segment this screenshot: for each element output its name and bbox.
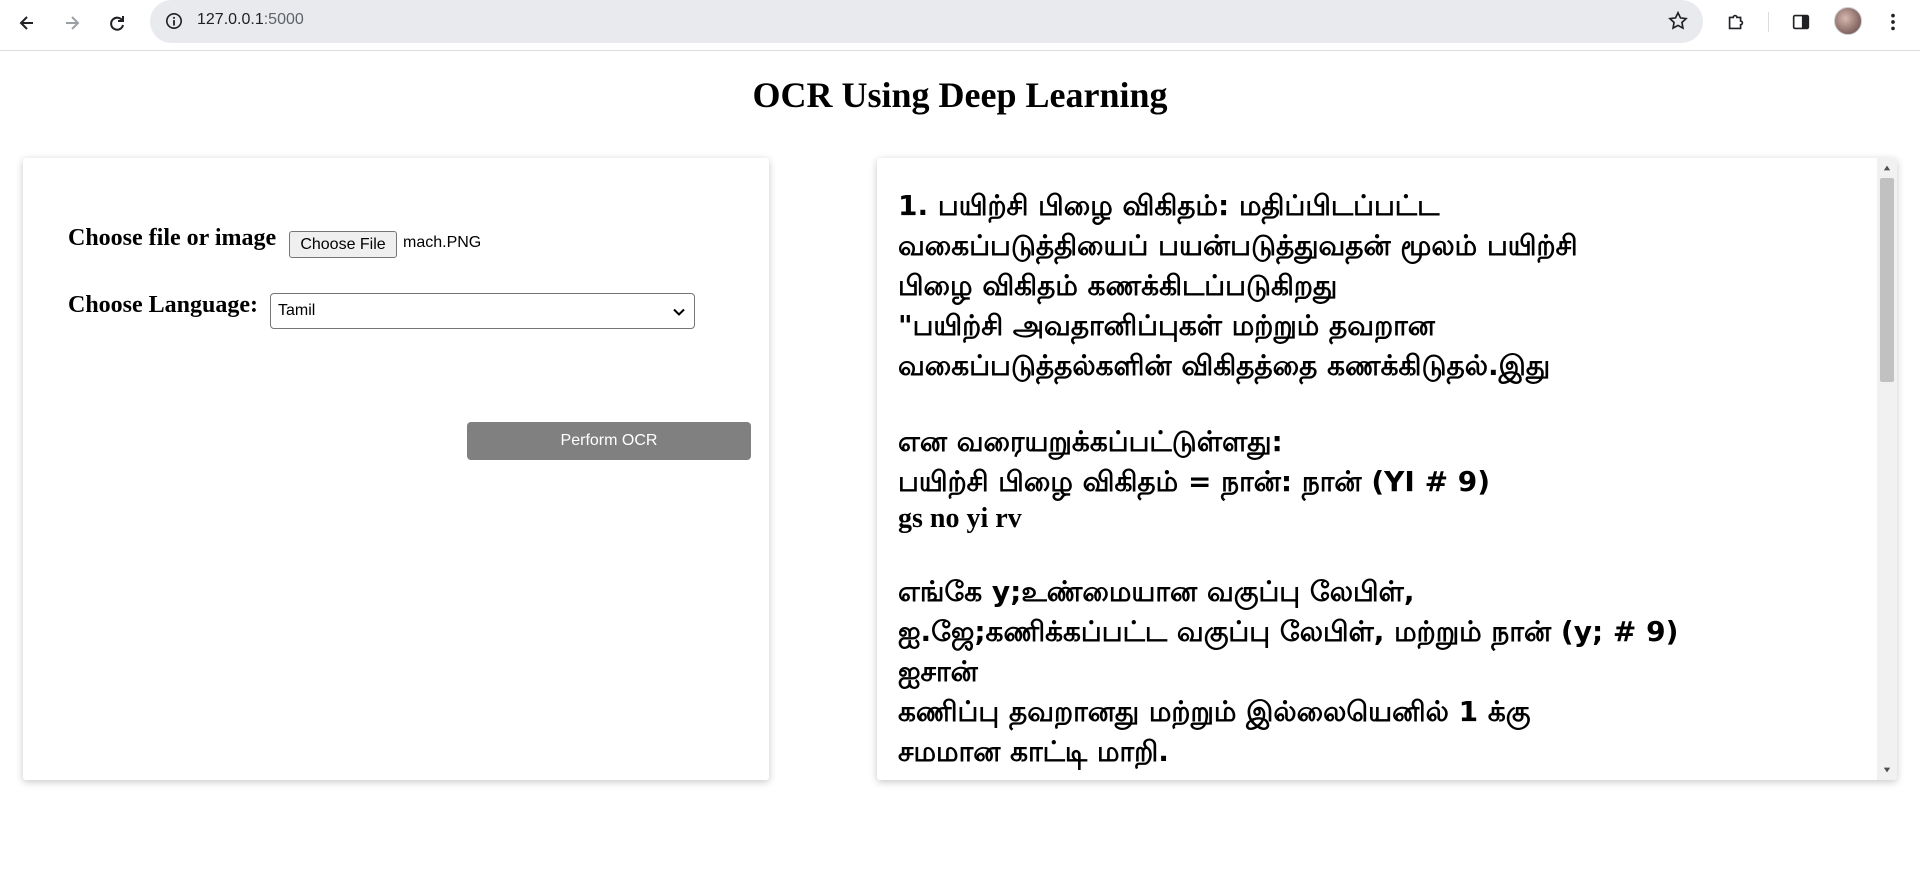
perform-ocr-button[interactable]: Perform OCR: [467, 422, 751, 460]
selected-file-name: mach.PNG: [403, 234, 482, 251]
output-line: ஐசான்: [898, 655, 978, 688]
language-label: Choose Language:: [68, 292, 259, 318]
ocr-output-text: 1. பயிற்சி பிழை விகிதம்: மதிப்பிடப்பட்ட வ…: [898, 186, 1858, 772]
url-port: :5000: [263, 11, 304, 28]
upload-form-card: Choose file or image Choose File mach.PN…: [23, 158, 769, 780]
output-line: 1. பயிற்சி பிழை விகிதம்: மதிப்பிடப்பட்ட: [898, 189, 1440, 222]
ocr-output-panel[interactable]: 1. பயிற்சி பிழை விகிதம்: மதிப்பிடப்பட்ட வ…: [877, 158, 1897, 780]
puzzle-icon: [1728, 14, 1744, 30]
output-line: பிழை விகிதம் கணக்கிடப்படுகிறது: [898, 269, 1338, 302]
reload-icon: [110, 16, 124, 31]
output-line: ஐ.ஜே;கணிக்கப்பட்ட வகுப்பு லேபிள், மற்றும…: [898, 615, 1679, 648]
output-line: வகைப்படுத்தல்களின் விகிதத்தை கணக்கிடுதல்…: [898, 349, 1551, 382]
page-title: OCR Using Deep Learning: [752, 75, 1168, 115]
toolbar-separator: [1768, 12, 1769, 32]
star-icon[interactable]: [1667, 10, 1689, 32]
output-line: கணிப்பு தவறானது மற்றும் இல்லையெனில் 1 க்…: [898, 695, 1531, 728]
output-line: எங்கே y;உண்மையான வகுப்பு லேபிள்,: [898, 575, 1415, 608]
output-line: வகைப்படுத்தியைப் பயன்படுத்துவதன் மூலம் ப…: [898, 229, 1578, 262]
scrollbar-thumb[interactable]: [1880, 178, 1894, 382]
reload-button[interactable]: [100, 6, 134, 40]
extensions-button[interactable]: [1723, 9, 1749, 35]
scroll-down-arrow-icon[interactable]: [1877, 762, 1897, 778]
output-line: சமமான காட்டி மாறி.: [898, 735, 1169, 768]
output-line: gs no yi rv: [898, 503, 1022, 534]
chevron-down-icon: [673, 308, 685, 316]
menu-button[interactable]: [1880, 9, 1906, 35]
info-icon[interactable]: [162, 9, 186, 33]
profile-avatar[interactable]: [1834, 7, 1862, 35]
file-label: Choose file or image: [68, 225, 277, 251]
side-panel-icon: [1792, 14, 1810, 30]
address-bar[interactable]: 127.0.0.1:5000: [150, 0, 1703, 43]
choose-file-button[interactable]: Choose File: [289, 231, 397, 258]
url-host: 127.0.0.1: [197, 11, 264, 28]
forward-arrow-icon: [66, 16, 80, 30]
kebab-menu-icon: [1891, 13, 1895, 31]
scroll-up-arrow-icon[interactable]: [1877, 160, 1897, 176]
output-line: பயிற்சி பிழை விகிதம் = நான்: நான் (YI # …: [898, 465, 1491, 498]
browser-toolbar: 127.0.0.1:5000: [0, 0, 1920, 51]
back-button[interactable]: [10, 6, 44, 40]
language-select[interactable]: Tamil: [270, 293, 695, 329]
url-text[interactable]: 127.0.0.1:5000: [197, 11, 304, 29]
side-panel-button[interactable]: [1788, 9, 1814, 35]
output-line: "பயிற்சி அவதானிப்புகள் மற்றும் தவறான: [898, 309, 1435, 342]
output-scrollbar[interactable]: [1877, 158, 1897, 780]
language-select-value: Tamil: [278, 302, 316, 319]
output-line: என வரையறுக்கப்பட்டுள்ளது:: [898, 425, 1283, 458]
forward-button[interactable]: [55, 6, 89, 40]
back-arrow-icon: [19, 16, 33, 30]
